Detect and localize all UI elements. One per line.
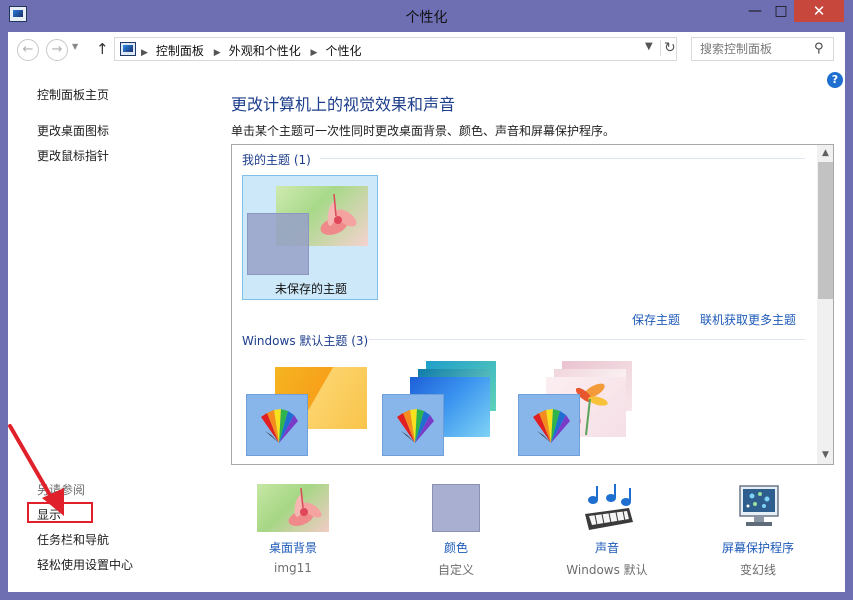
address-bar[interactable]: ▶ 控制面板 ▶ 外观和个性化 ▶ 个性化 ▼ ↻ (114, 37, 677, 61)
flower-icon (288, 487, 322, 526)
group-divider (369, 339, 805, 340)
theme-label: 未保存的主题 (274, 282, 347, 296)
minimize-button[interactable]: — (742, 0, 768, 22)
close-button[interactable]: ✕ (794, 0, 844, 22)
sidebar-item-ease-of-access[interactable]: 轻松使用设置中心 (37, 556, 133, 573)
color-fan-icon (261, 409, 298, 443)
sidebar-item-control-panel-home[interactable]: 控制面板主页 (37, 86, 109, 103)
chevron-right-icon[interactable]: ▶ (141, 48, 148, 58)
color-value: 自定义 (437, 563, 474, 577)
chevron-right-icon[interactable]: ▶ (311, 48, 318, 58)
music-notes-icon[interactable] (571, 484, 643, 532)
maximize-button[interactable]: □ (768, 0, 794, 22)
annotation-arrow-icon (8, 424, 64, 516)
control-panel-icon (120, 42, 136, 56)
recent-locations-chevron-icon[interactable]: ▼ (72, 42, 78, 51)
up-button[interactable]: ↑ (96, 40, 109, 58)
back-button[interactable]: ← (17, 39, 39, 61)
monitor-icon[interactable] (722, 484, 794, 532)
breadcrumb-appearance[interactable]: 外观和个性化 (229, 44, 301, 58)
theme-color-palette-icon (382, 394, 444, 456)
title-bar: 个性化 — □ ✕ (0, 0, 853, 32)
theme-tile-flowers[interactable] (514, 357, 650, 464)
theme-tile-lines-colors[interactable] (378, 357, 514, 464)
sidebar-item-mouse-pointers[interactable]: 更改鼠标指针 (37, 147, 109, 164)
chevron-right-icon[interactable]: ▶ (214, 48, 221, 58)
window-title: 个性化 (405, 10, 448, 26)
desktop-background-label[interactable]: 桌面背景 (228, 539, 358, 556)
breadcrumb-personalization[interactable]: 个性化 (325, 44, 361, 58)
forward-button[interactable]: → (46, 39, 68, 61)
theme-tile-windows[interactable] (242, 357, 378, 464)
breadcrumb: ▶ 控制面板 ▶ 外观和个性化 ▶ 个性化 (141, 42, 367, 59)
sounds-label[interactable]: 声音 (542, 539, 672, 556)
refresh-icon[interactable]: ↻ (660, 40, 678, 56)
search-input[interactable] (692, 38, 812, 60)
client-area: ← → ▼ ↑ ▶ 控制面板 ▶ 外观和个性化 ▶ 个性化 ▼ ↻ ⚲ ? 控制面板主… (8, 32, 845, 592)
scroll-down-icon[interactable]: ▼ (817, 447, 833, 464)
flower-wallpaper-icon[interactable] (257, 484, 329, 532)
search-icon[interactable]: ⚲ (814, 41, 824, 56)
page-description: 单击某个主题可一次性同时更改桌面背景、颜色、声音和屏幕保护程序。 (231, 124, 616, 138)
desktop-background-value: img11 (274, 561, 312, 575)
color-label[interactable]: 颜色 (391, 539, 521, 556)
scroll-thumb[interactable] (818, 162, 833, 299)
theme-color-swatch (247, 213, 309, 275)
theme-color-palette-icon (246, 394, 308, 456)
scroll-up-icon[interactable]: ▲ (817, 145, 833, 162)
color-fan-icon (397, 409, 434, 443)
page-title: 更改计算机上的视觉效果和声音 (231, 95, 456, 114)
navigation-bar: ← → ▼ ↑ ▶ 控制面板 ▶ 外观和个性化 ▶ 个性化 ▼ ↻ ⚲ (8, 32, 845, 68)
theme-list-panel: 我的主题 (1) 未保存的主题 保存主题 联机获取更多主题 Windows 默认… (231, 144, 834, 465)
color-swatch-icon[interactable] (432, 484, 480, 532)
screen-saver-label[interactable]: 屏幕保护程序 (693, 539, 823, 556)
color-fan-icon (533, 409, 570, 443)
theme-tile-unsaved[interactable]: 未保存的主题 (242, 175, 378, 300)
help-icon[interactable]: ? (827, 72, 843, 88)
group-divider (320, 158, 805, 159)
get-more-themes-link[interactable]: 联机获取更多主题 (700, 311, 796, 328)
breadcrumb-control-panel[interactable]: 控制面板 (156, 44, 204, 58)
sidebar-item-desktop-icons[interactable]: 更改桌面图标 (37, 122, 109, 139)
search-box[interactable]: ⚲ (691, 37, 834, 61)
address-dropdown-icon[interactable]: ▼ (645, 41, 653, 52)
my-themes-heading: 我的主题 (1) (242, 153, 311, 167)
personalization-window: 个性化 — □ ✕ ← → ▼ ↑ ▶ 控制面板 ▶ 外观和个性化 ▶ 个性化 ▼ ↻ (0, 0, 853, 600)
theme-color-palette-icon (518, 394, 580, 456)
windows-themes-heading: Windows 默认主题 (3) (242, 334, 369, 348)
sidebar-item-taskbar-navigation[interactable]: 任务栏和导航 (37, 531, 109, 548)
save-theme-link[interactable]: 保存主题 (632, 311, 680, 328)
screen-saver-value: 变幻线 (739, 563, 776, 577)
theme-list-scrollbar[interactable]: ▲ ▼ (817, 145, 833, 464)
sounds-value: Windows 默认 (566, 563, 648, 577)
